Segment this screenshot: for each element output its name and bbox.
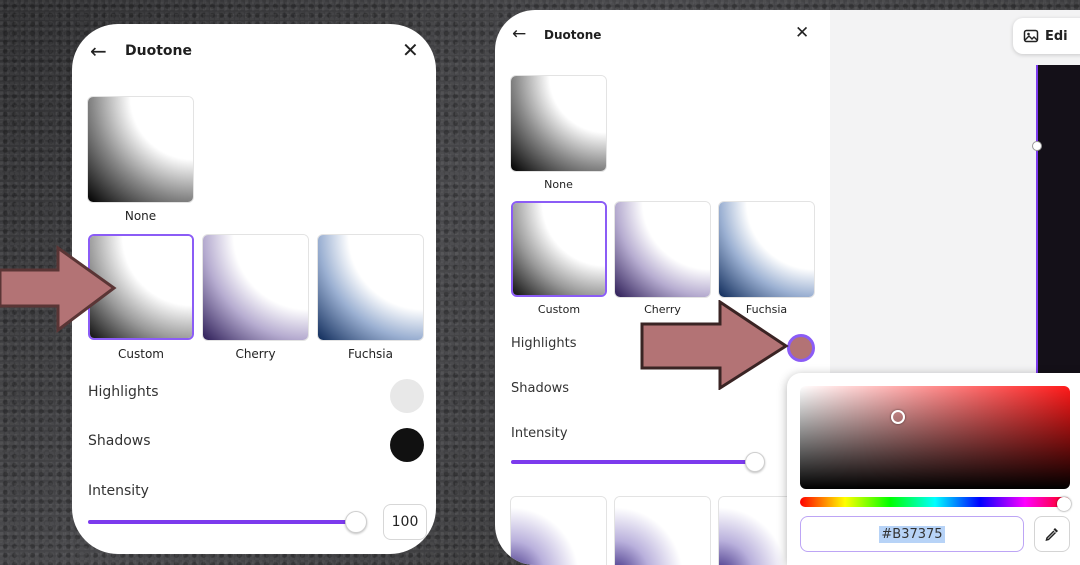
highlights-color-swatch[interactable] (787, 334, 815, 362)
preset-label: Custom (537, 303, 581, 316)
preset-label: None (544, 178, 573, 191)
intensity-label: Intensity (88, 483, 149, 499)
preset-tile[interactable] (614, 496, 711, 565)
preset-cherry[interactable] (614, 201, 711, 298)
panel-title: Duotone (544, 28, 602, 42)
annotation-arrow-left (0, 245, 117, 333)
edit-image-icon (1023, 29, 1039, 43)
edit-image-button[interactable]: Edi (1013, 18, 1080, 54)
shadows-color-swatch[interactable] (390, 428, 424, 462)
duotone-panel-left: ← Duotone ✕ None Custom Cherry Fuchsia H… (72, 24, 436, 554)
saturation-value-area[interactable] (800, 386, 1070, 489)
preset-label: Custom (118, 347, 164, 361)
hex-color-input[interactable]: #B37375 (800, 516, 1024, 552)
preset-label: None (124, 209, 157, 223)
highlights-label: Highlights (88, 384, 159, 400)
arrow-left-icon[interactable]: ← (512, 26, 526, 43)
hue-slider[interactable] (800, 497, 1070, 507)
close-icon[interactable]: ✕ (402, 40, 419, 60)
preset-none[interactable] (87, 96, 194, 203)
hue-slider-handle[interactable] (1057, 497, 1071, 511)
color-picker-popover: #B37375 (787, 373, 1080, 565)
highlights-color-swatch[interactable] (390, 379, 424, 413)
shadows-label: Shadows (88, 433, 151, 449)
intensity-label: Intensity (511, 426, 568, 441)
eyedropper-button[interactable] (1034, 516, 1070, 552)
arrow-left-icon[interactable]: ← (90, 41, 107, 61)
hex-value-text: #B37375 (879, 525, 945, 543)
annotation-arrow-right (640, 300, 789, 390)
intensity-slider-handle[interactable] (345, 511, 367, 533)
preset-none[interactable] (510, 75, 607, 172)
panel-title: Duotone (125, 43, 192, 59)
edit-button-label: Edi (1045, 28, 1068, 44)
intensity-slider-handle[interactable] (745, 452, 765, 472)
preset-fuchsia[interactable] (317, 234, 424, 341)
preset-cherry[interactable] (202, 234, 309, 341)
intensity-slider[interactable] (511, 460, 755, 464)
highlights-label: Highlights (511, 336, 577, 351)
intensity-slider[interactable] (88, 520, 356, 524)
preset-label: Fuchsia (348, 347, 393, 361)
close-icon[interactable]: ✕ (795, 25, 809, 42)
preset-label: Cherry (235, 347, 276, 361)
intensity-value-input[interactable]: 100 (383, 504, 427, 540)
preset-custom[interactable] (511, 201, 607, 297)
preset-tile[interactable] (510, 496, 607, 565)
resize-handle[interactable] (1032, 141, 1042, 151)
saturation-value-handle[interactable] (891, 410, 905, 424)
shadows-label: Shadows (511, 381, 570, 396)
preset-fuchsia[interactable] (718, 201, 815, 298)
eyedropper-icon (1045, 528, 1058, 542)
